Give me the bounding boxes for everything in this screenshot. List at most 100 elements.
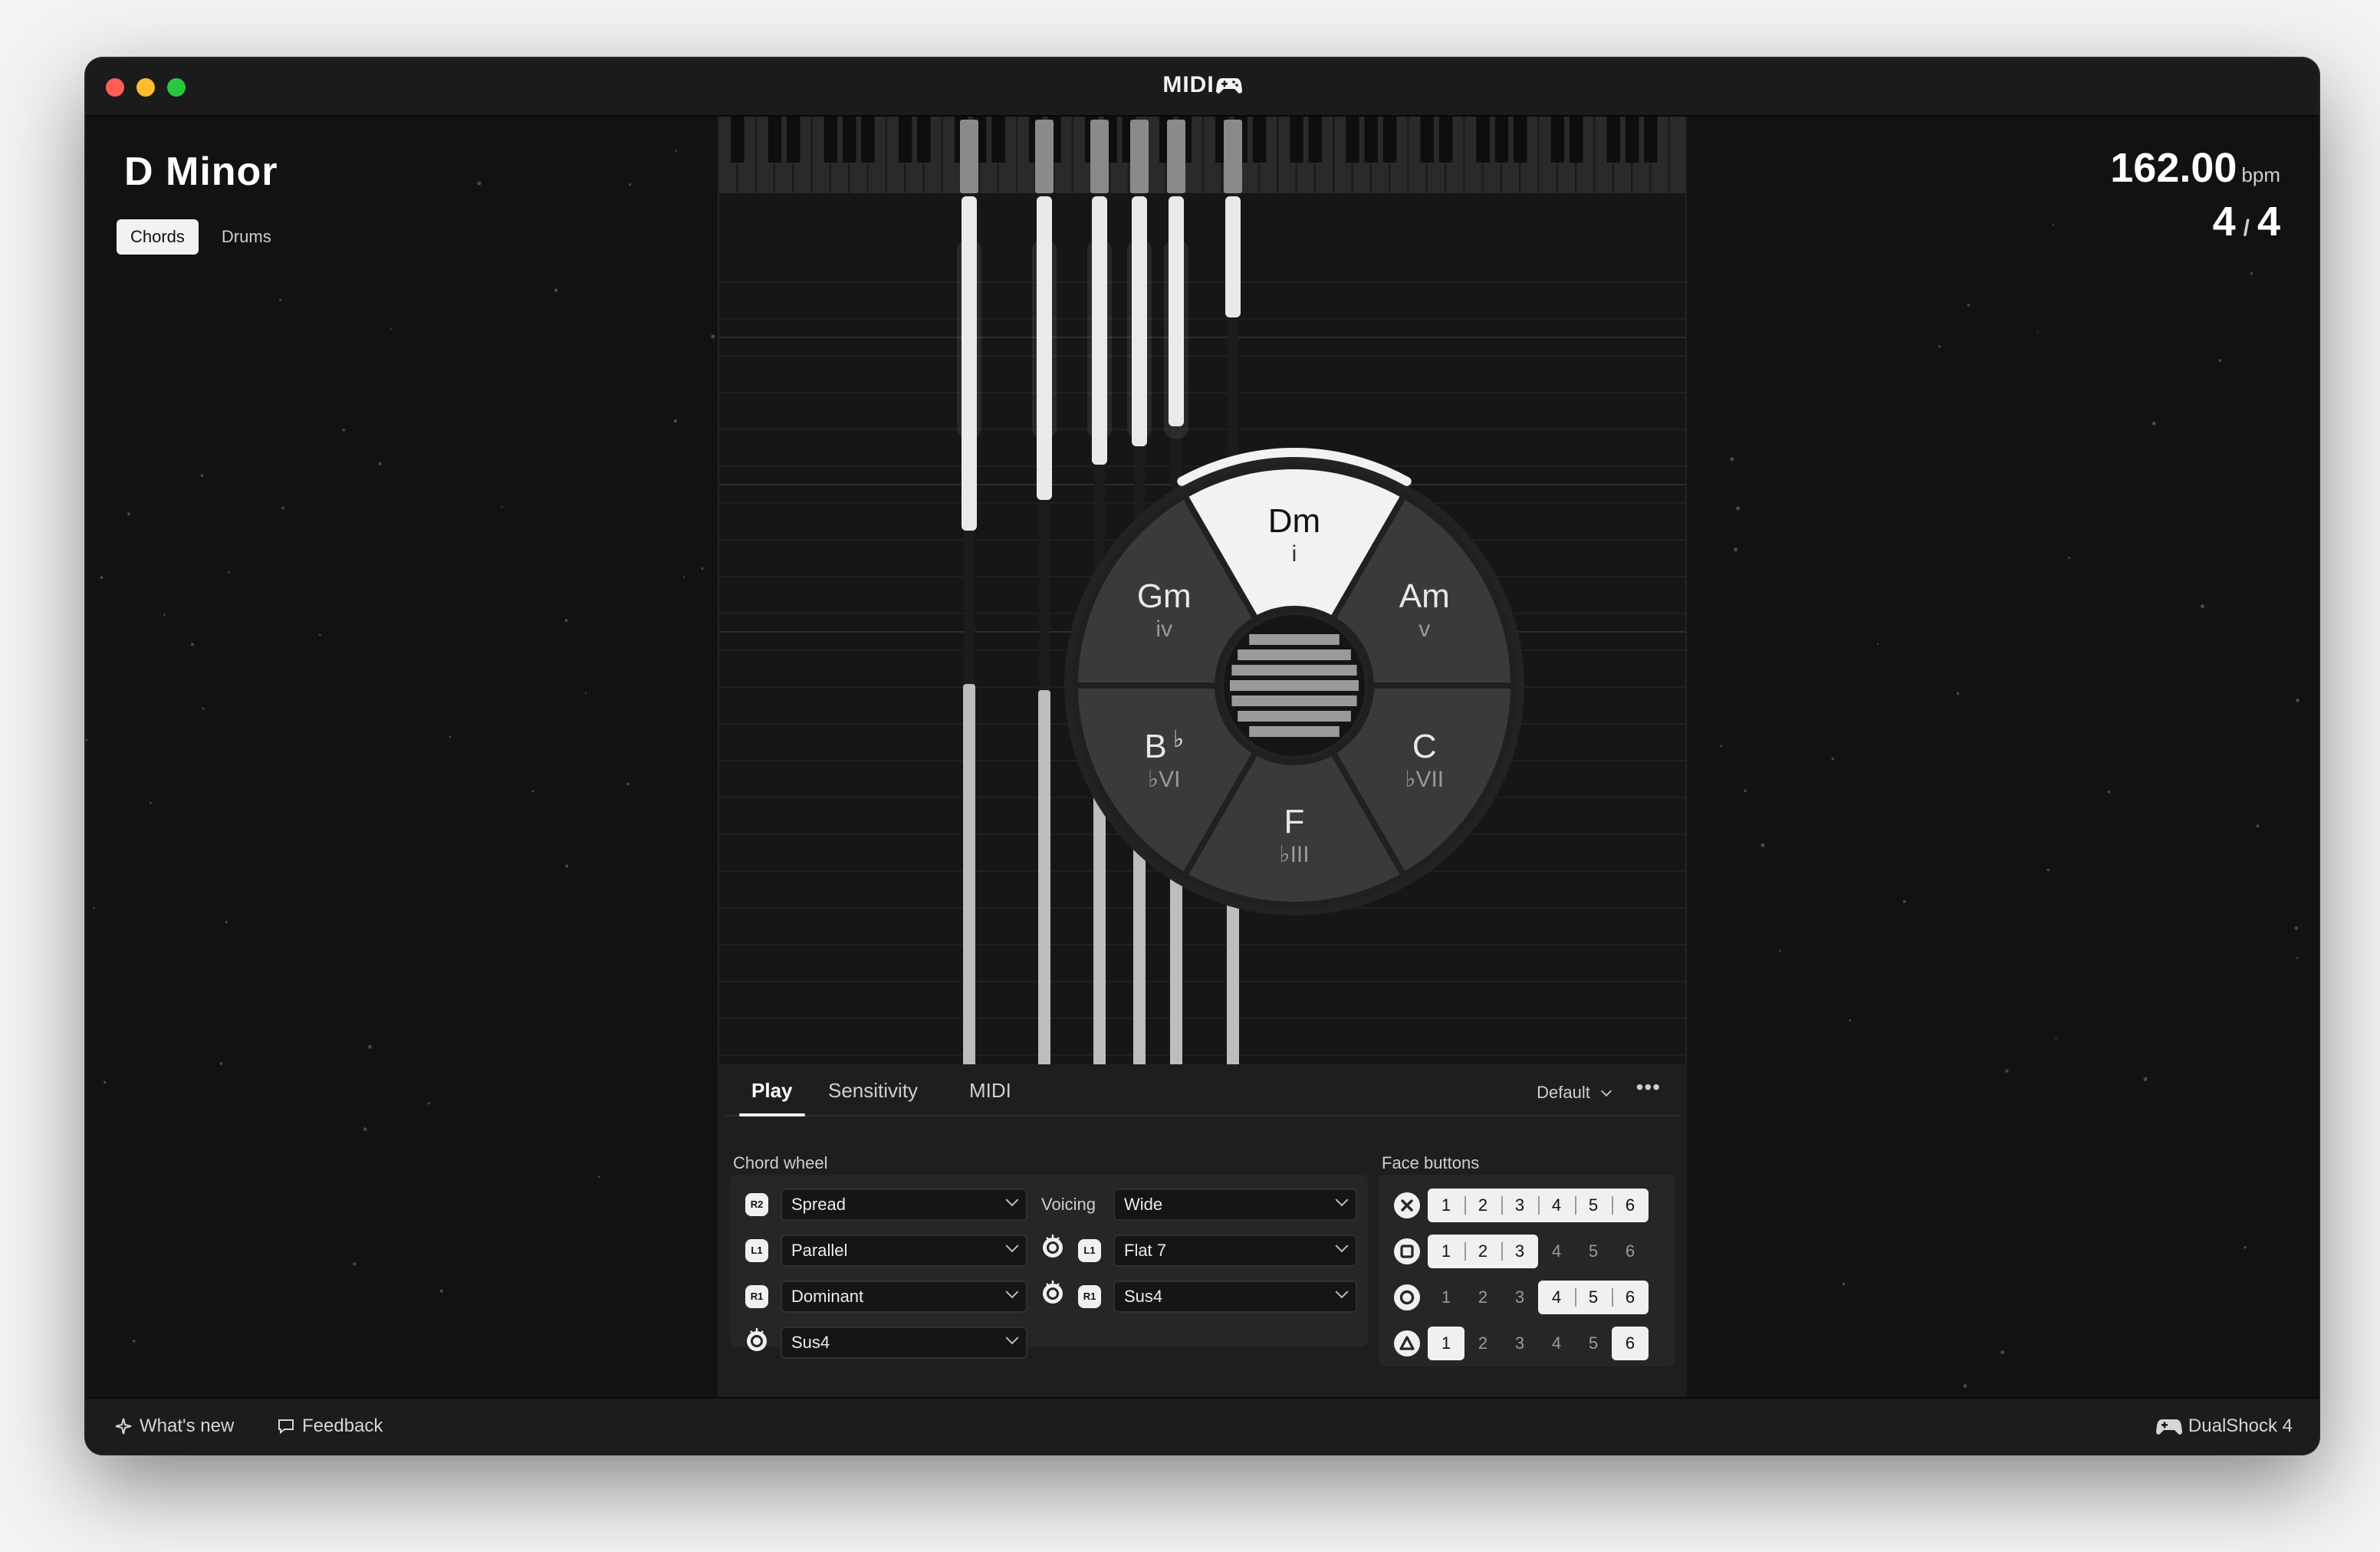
feedback-link[interactable]: Feedback — [276, 1416, 383, 1437]
stick-grip-line — [1249, 634, 1340, 645]
l1-button-icon: L1 — [745, 1239, 768, 1262]
black-key[interactable] — [1625, 117, 1639, 163]
l1-mode-select[interactable]: Parallel — [781, 1235, 1027, 1267]
black-key[interactable] — [1420, 117, 1435, 163]
star — [1963, 1384, 1967, 1388]
face-buttons-settings: 123456123456123456123456 — [1379, 1175, 1675, 1366]
tab-drums[interactable]: Drums — [208, 219, 285, 255]
piano-keyboard[interactable] — [719, 117, 1687, 193]
voice-toggle-3[interactable]: 3 — [1501, 1281, 1538, 1314]
voice-toggle-6[interactable]: 6 — [1612, 1327, 1649, 1360]
voicing-select[interactable]: Wide — [1113, 1189, 1357, 1221]
voice-toggle-6[interactable]: 6 — [1612, 1189, 1649, 1222]
stick-press-mode-select[interactable]: Sus4 — [781, 1327, 1027, 1359]
black-key[interactable] — [842, 117, 856, 163]
tab-sensitivity[interactable]: Sensitivity — [828, 1075, 918, 1106]
black-key[interactable] — [1382, 117, 1397, 163]
time-signature[interactable]: 4 / 4 — [2110, 198, 2280, 245]
black-key[interactable] — [1290, 117, 1303, 163]
stick-r1-select[interactable]: Sus4 — [1113, 1281, 1357, 1313]
stick-grip-lines — [1230, 634, 1359, 737]
controller-status[interactable]: DualShock 4 — [2155, 1416, 2293, 1437]
voice-toggle-4[interactable]: 4 — [1538, 1235, 1575, 1268]
black-key[interactable] — [991, 117, 1005, 163]
black-key[interactable] — [787, 117, 800, 163]
black-key[interactable] — [917, 117, 931, 163]
black-key[interactable] — [768, 117, 782, 163]
black-key[interactable] — [898, 117, 912, 163]
face-button-voices: 123456 — [1428, 1327, 1649, 1360]
bpm-value[interactable]: 162.00 — [2110, 145, 2237, 191]
voice-toggle-4[interactable]: 4 — [1538, 1281, 1575, 1314]
black-key[interactable] — [731, 117, 745, 163]
pressed-key[interactable] — [1167, 120, 1185, 193]
star — [564, 619, 568, 623]
voice-toggle-3[interactable]: 3 — [1501, 1189, 1538, 1222]
black-key[interactable] — [1514, 117, 1527, 163]
voice-toggle-5[interactable]: 5 — [1575, 1235, 1612, 1268]
stick-grip-line — [1231, 665, 1357, 676]
tab-midi[interactable]: MIDI — [969, 1075, 1011, 1106]
tab-chords[interactable]: Chords — [117, 219, 199, 255]
black-key[interactable] — [1606, 117, 1621, 163]
voice-toggle-1[interactable]: 1 — [1428, 1235, 1464, 1268]
chord-numeral: ♭III — [1279, 842, 1309, 867]
black-key[interactable] — [1476, 117, 1490, 163]
chord-wheel[interactable]: DmiAmvC♭VIIF♭IIIB ♭♭VIGmiv — [1049, 440, 1540, 931]
tab-play[interactable]: Play — [739, 1075, 804, 1116]
star — [1938, 345, 1941, 348]
pressed-key[interactable] — [1130, 120, 1149, 193]
star — [427, 1102, 430, 1105]
white-key[interactable] — [1669, 117, 1687, 193]
pressed-key[interactable] — [1035, 120, 1054, 193]
black-key[interactable] — [1308, 117, 1323, 163]
pressed-key[interactable] — [1224, 120, 1242, 193]
whats-new-label: What's new — [140, 1416, 235, 1436]
stick-l1-value: Flat 7 — [1124, 1241, 1167, 1260]
more-horizontal-icon[interactable]: ••• — [1636, 1075, 1661, 1100]
voice-toggle-6[interactable]: 6 — [1612, 1281, 1649, 1314]
voice-toggle-2[interactable]: 2 — [1464, 1281, 1501, 1314]
star — [1760, 843, 1765, 847]
black-key[interactable] — [1438, 117, 1453, 163]
black-key[interactable] — [1252, 117, 1267, 163]
star — [133, 1340, 136, 1343]
voice-toggle-3[interactable]: 3 — [1501, 1235, 1538, 1268]
black-key[interactable] — [823, 117, 838, 163]
gamepad-icon — [2155, 1419, 2182, 1435]
voice-toggle-5[interactable]: 5 — [1575, 1327, 1612, 1360]
star — [626, 782, 630, 786]
stick-press-icon — [1043, 1235, 1063, 1258]
star — [353, 1262, 357, 1266]
voice-toggle-4[interactable]: 4 — [1538, 1189, 1575, 1222]
voice-toggle-4[interactable]: 4 — [1538, 1327, 1575, 1360]
voice-toggle-1[interactable]: 1 — [1428, 1189, 1464, 1222]
star — [1779, 949, 1782, 952]
pressed-key[interactable] — [1090, 120, 1109, 193]
voice-toggle-2[interactable]: 2 — [1464, 1327, 1501, 1360]
pressed-key[interactable] — [960, 120, 978, 193]
voice-toggle-2[interactable]: 2 — [1464, 1189, 1501, 1222]
voice-toggle-1[interactable]: 1 — [1428, 1327, 1464, 1360]
voice-toggle-2[interactable]: 2 — [1464, 1235, 1501, 1268]
black-key[interactable] — [1494, 117, 1509, 163]
black-key[interactable] — [1569, 117, 1583, 163]
black-key[interactable] — [1550, 117, 1565, 163]
voice-toggle-5[interactable]: 5 — [1575, 1189, 1612, 1222]
star — [1877, 643, 1879, 646]
voice-toggle-1[interactable]: 1 — [1428, 1281, 1464, 1314]
voice-toggle-6[interactable]: 6 — [1612, 1235, 1649, 1268]
r1-mode-select[interactable]: Dominant — [781, 1281, 1027, 1313]
black-key[interactable] — [861, 117, 875, 163]
preset-dropdown[interactable]: Default — [1537, 1083, 1612, 1103]
black-key[interactable] — [1346, 117, 1359, 163]
black-key[interactable] — [1644, 117, 1658, 163]
chord-name: Dm — [1268, 502, 1320, 540]
voice-toggle-3[interactable]: 3 — [1501, 1327, 1538, 1360]
star — [2218, 359, 2221, 362]
whats-new-link[interactable]: What's new — [113, 1416, 234, 1437]
voice-toggle-5[interactable]: 5 — [1575, 1281, 1612, 1314]
stick-l1-select[interactable]: Flat 7 — [1113, 1235, 1357, 1267]
black-key[interactable] — [1364, 117, 1379, 163]
r2-mode-select[interactable]: Spread — [781, 1189, 1027, 1221]
